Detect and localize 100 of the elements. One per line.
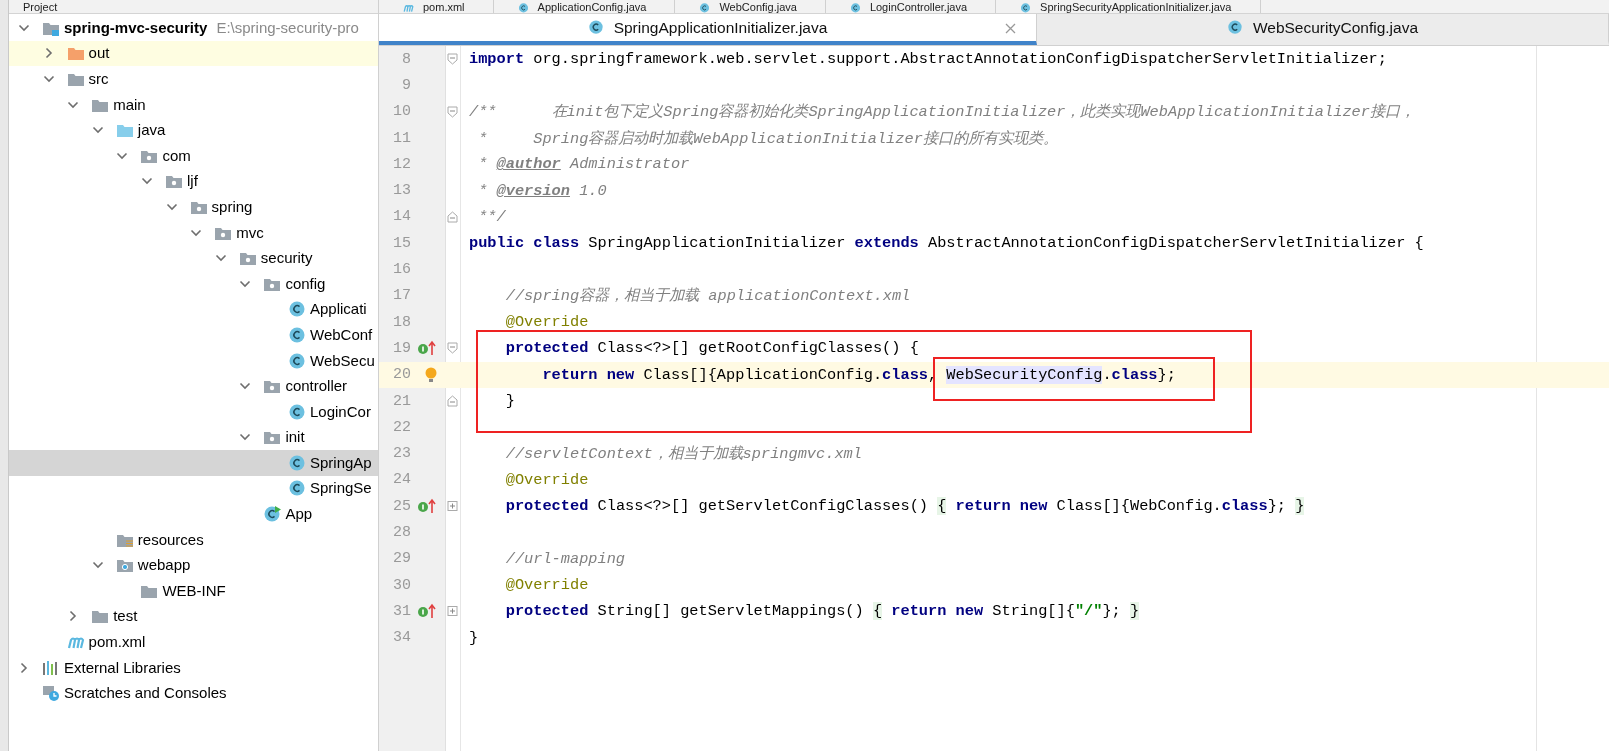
package-icon bbox=[238, 250, 257, 267]
editor-tab[interactable]: SpringApplicationInitializer.java bbox=[379, 14, 1037, 45]
package-icon bbox=[263, 378, 282, 395]
editor-tab[interactable]: pom.xml bbox=[379, 0, 494, 13]
code-line: @Override bbox=[504, 576, 589, 595]
tree-item-label: WebConf bbox=[310, 325, 373, 344]
class-icon bbox=[288, 403, 306, 420]
folder-icon bbox=[115, 557, 134, 574]
tree-item-label: out bbox=[88, 44, 110, 63]
tree-item-label: Scratches and Consoles bbox=[64, 684, 227, 703]
line-number: 23 bbox=[392, 445, 411, 463]
implements-icon[interactable] bbox=[417, 340, 439, 357]
tree-item-label: java bbox=[137, 121, 166, 140]
line-number: 9 bbox=[401, 76, 411, 94]
line-number: 15 bbox=[392, 234, 411, 252]
folder-icon bbox=[66, 45, 85, 62]
line-number: 16 bbox=[392, 261, 411, 278]
tree-item-label: spring bbox=[211, 197, 253, 216]
line-number: 34 bbox=[392, 629, 411, 647]
tree-item-label: External Libraries bbox=[64, 658, 181, 677]
project-path: E:\spring-security-pro bbox=[216, 18, 359, 37]
code-line: @Override bbox=[504, 313, 589, 332]
implements-icon[interactable] bbox=[417, 498, 439, 515]
console-clock-icon bbox=[42, 685, 60, 702]
code-line: } bbox=[504, 392, 515, 410]
tree-item-label: LoginCor bbox=[310, 402, 371, 421]
tree-item-label: mvc bbox=[236, 223, 264, 242]
line-number: 21 bbox=[392, 392, 411, 410]
class-icon bbox=[288, 301, 306, 318]
code-line: protected Class<?>[] getServletConfigClasses() { return new Class[]{WebConfig.class}; } bbox=[504, 497, 1305, 516]
code-line: protected Class<?>[] getRootConfigClasses() { bbox=[504, 339, 919, 358]
class-icon bbox=[288, 326, 306, 343]
tree-item-label: webapp bbox=[137, 556, 191, 575]
code-line: * Spring容器启动时加载WebApplicationInitializer接口的所有实现类。 bbox=[477, 128, 1058, 149]
tree-row[interactable]: out bbox=[9, 40, 378, 67]
line-number: 18 bbox=[392, 313, 411, 331]
line-number: 25 bbox=[392, 497, 411, 515]
class-icon bbox=[288, 352, 306, 369]
line-number: 30 bbox=[392, 576, 411, 594]
line-number: 17 bbox=[392, 287, 411, 305]
close-icon[interactable] bbox=[1005, 23, 1016, 34]
code-line: @Override bbox=[504, 470, 589, 489]
code-line: * @version 1.0 bbox=[477, 181, 607, 200]
tree-item-label: WEB-INF bbox=[162, 581, 226, 600]
library-icon bbox=[42, 659, 60, 676]
tree-item-label: App bbox=[285, 505, 313, 524]
class-icon bbox=[517, 3, 529, 13]
line-number: 29 bbox=[392, 550, 411, 568]
line-number: 24 bbox=[392, 471, 411, 489]
code-line: * @author Administrator bbox=[477, 155, 690, 174]
tree-item-label: test bbox=[113, 607, 138, 626]
unfold-icon[interactable] bbox=[446, 605, 458, 618]
code-line: /** 在init包下定义Spring容器初始化类SpringApplicationInitializer，此类实现WebApplicationInitializer接口， bbox=[469, 102, 1415, 123]
tree-item-label: spring-mvc-security bbox=[64, 18, 208, 37]
maven-icon bbox=[403, 3, 414, 13]
tree-item-label: com bbox=[162, 146, 191, 165]
class-icon bbox=[1226, 20, 1243, 35]
editor-tab[interactable]: ApplicationConfig.java bbox=[493, 0, 676, 13]
unfold-icon[interactable] bbox=[446, 500, 458, 513]
line-number: 14 bbox=[392, 208, 411, 226]
tree-item-label: security bbox=[260, 249, 313, 268]
runnable-class-icon bbox=[263, 506, 282, 523]
chevron-down-icon[interactable] bbox=[42, 73, 55, 85]
editor-tab[interactable]: WebConfig.java bbox=[675, 0, 826, 13]
code-line: import org.springframework.web.servlet.support.AbstractAnnotationConfigDispatcherServletInitializer; bbox=[469, 50, 1387, 69]
tree-item-label: init bbox=[285, 428, 305, 447]
package-icon bbox=[263, 429, 282, 446]
code-line: **/ bbox=[477, 207, 506, 226]
line-number: 13 bbox=[392, 182, 411, 200]
tree-row[interactable]: SpringAp bbox=[9, 450, 378, 476]
code-line: //servletContext，相当于加载springmvc.xml bbox=[504, 444, 862, 465]
tree-item-label: SpringSe bbox=[310, 479, 372, 498]
tree-item-label: src bbox=[88, 70, 109, 88]
line-number: 20 bbox=[392, 366, 411, 384]
code-line: protected String[] getServletMappings() { return new String[]{"/"}; } bbox=[504, 602, 1140, 621]
class-icon bbox=[587, 20, 604, 35]
code-line: } bbox=[469, 628, 479, 647]
code-line: //spring容器，相当于加载 applicationContext.xml bbox=[504, 286, 911, 307]
editor-tab[interactable]: SpringSecurityApplicationInitializer.java bbox=[996, 0, 1261, 13]
tree-item-label: controller bbox=[285, 377, 348, 396]
code-line: return new Class[]{ApplicationConfig.class, WebSecurityConfig.class}; bbox=[469, 365, 1176, 384]
class-icon bbox=[288, 454, 306, 471]
implements-icon[interactable] bbox=[417, 603, 439, 620]
class-icon bbox=[849, 3, 861, 13]
tree-item-label: resources bbox=[137, 530, 204, 549]
chevron-right-icon[interactable] bbox=[18, 661, 30, 674]
line-number: 11 bbox=[392, 129, 411, 147]
tree-item-label: main bbox=[113, 95, 146, 114]
package-icon bbox=[165, 173, 183, 190]
editor-tab[interactable]: LoginController.java bbox=[825, 0, 997, 13]
tree-item-label: config bbox=[285, 274, 326, 293]
line-number: 10 bbox=[392, 103, 411, 121]
tree-item-label: WebSecu bbox=[310, 351, 375, 370]
line-number: 28 bbox=[392, 524, 411, 541]
folder-icon bbox=[91, 608, 110, 625]
line-number: 8 bbox=[401, 50, 411, 68]
panel-title[interactable]: Project bbox=[23, 1, 58, 13]
line-number: 19 bbox=[392, 339, 411, 357]
folder-icon bbox=[66, 71, 85, 87]
line-number: 22 bbox=[392, 418, 411, 436]
